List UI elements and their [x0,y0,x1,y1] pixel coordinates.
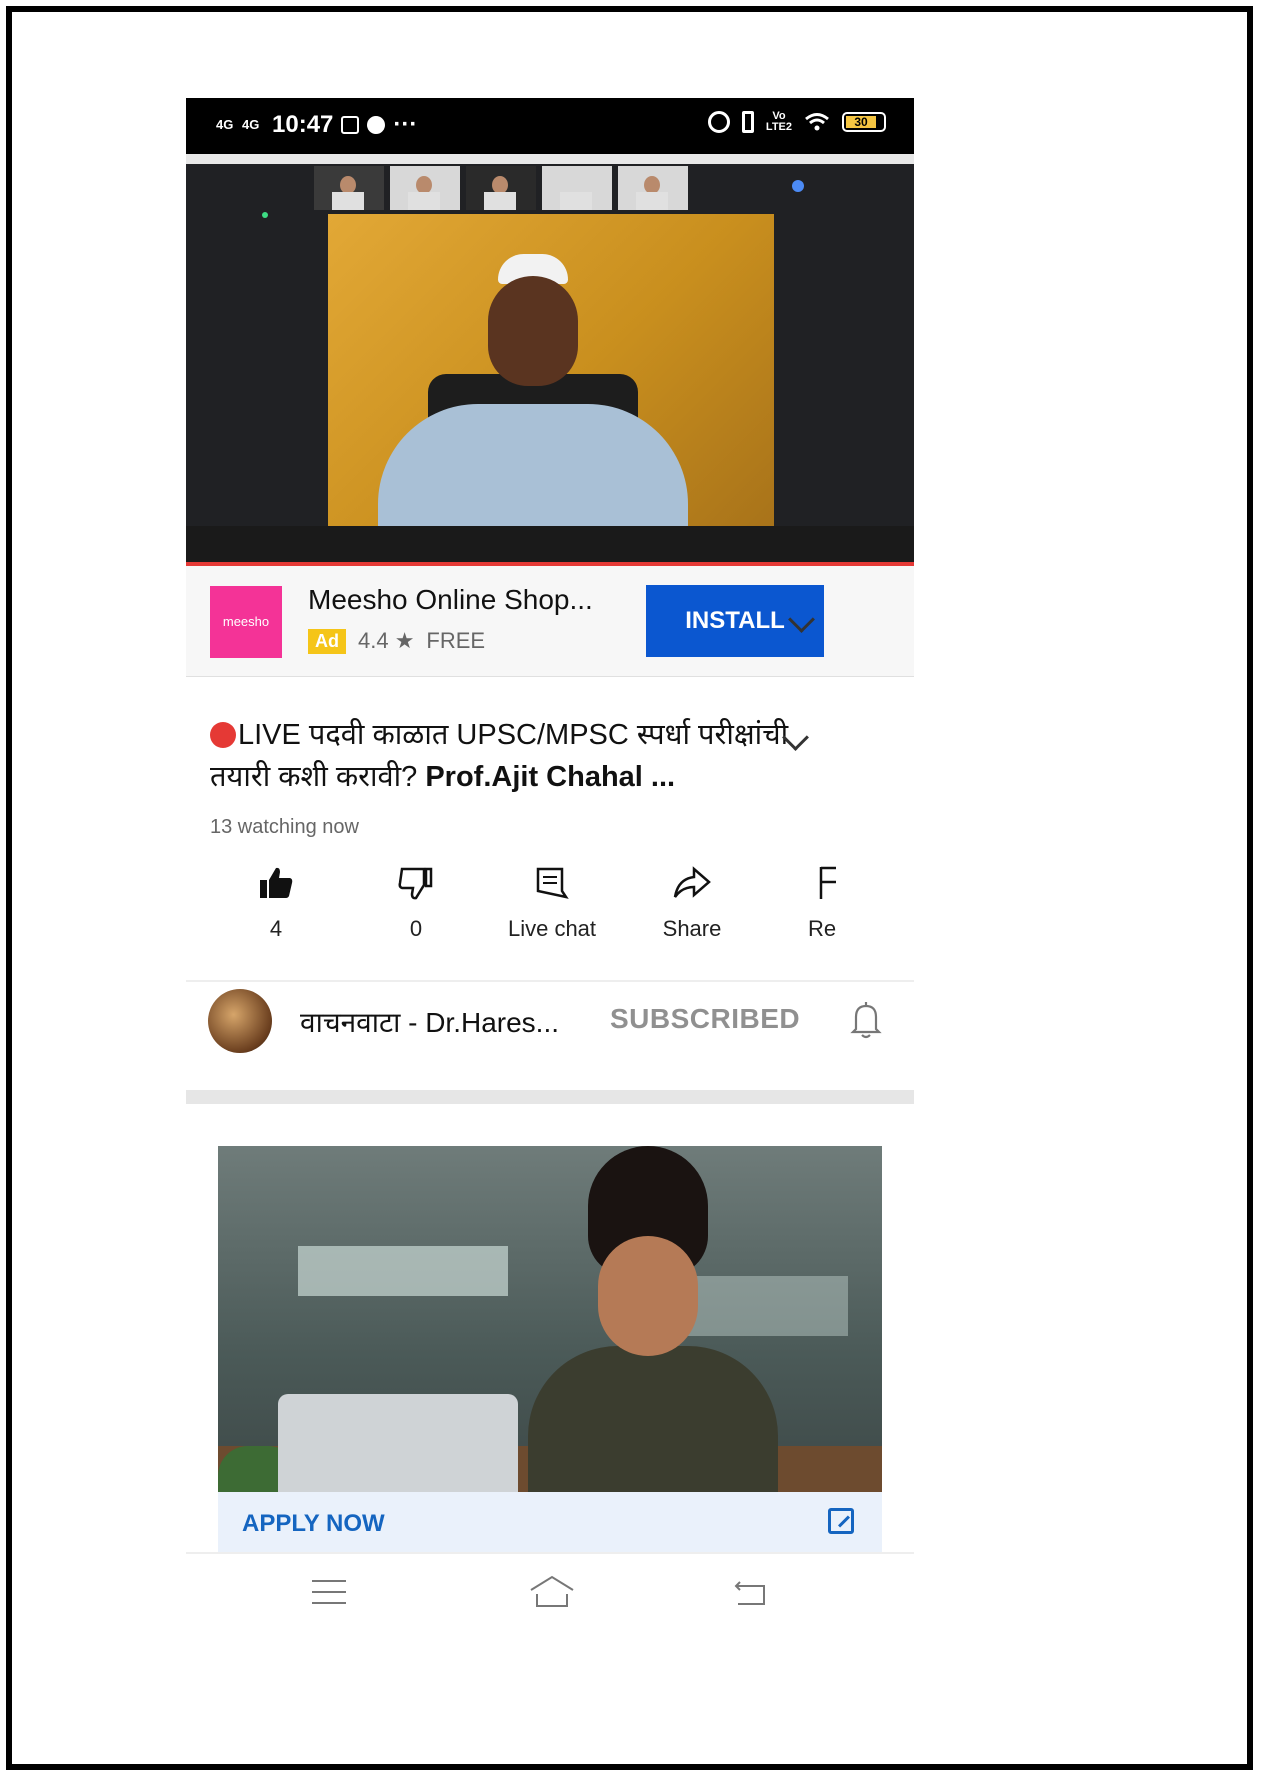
speaker-head [488,276,578,386]
meeting-title-strip [186,154,914,164]
participant-thumbnails [314,166,688,210]
home-icon[interactable] [528,1574,576,1610]
promo-image[interactable] [218,1146,882,1492]
live-dot-icon [210,722,236,748]
status-left: 4G 4G 10:47 ··· [216,111,417,139]
telegram-icon [367,116,386,134]
share-button[interactable]: Share [622,858,762,942]
woman-body [528,1346,778,1492]
ad-title[interactable]: Meesho Online Shop... [308,584,593,616]
volte-indicator: Vo LTE2 [766,111,792,133]
network-type-2: 4G [242,117,260,132]
share-label: Share [662,916,722,941]
vibrate-icon [741,111,754,133]
subscribed-button[interactable]: SUBSCRIBED [610,1003,800,1035]
bell-icon[interactable] [850,1001,882,1039]
battery-icon: 30 [842,112,886,132]
participant-thumb [466,166,536,210]
meesho-logo: meesho [210,586,282,658]
channel-row[interactable]: वाचनवाटा - Dr.Hares... SUBSCRIBED [186,983,914,1063]
live-chat-button[interactable]: Live chat [482,858,622,942]
like-icon [260,867,293,898]
live-chat-label: Live chat [507,916,597,941]
active-speaker-video [328,214,774,526]
ad-rating: 4.4 ★ [358,628,415,653]
section-separator [186,1090,914,1104]
meeting-toolbar [186,526,914,562]
like-count: 4 [269,916,283,941]
watching-count: 13 watching now [210,816,359,838]
app-install-ad[interactable]: meesho Meesho Online Shop... Ad 4.4 ★ FR… [186,566,914,677]
dislike-button[interactable]: 0 [346,858,486,942]
phone-screen: 4G 4G 10:47 ··· Vo LTE2 30 meesho Meesho… [186,98,914,1633]
chat-icon [536,867,569,899]
network-type-1: 4G [216,117,234,132]
video-title[interactable]: LIVE पदवी काळात UPSC/MPSC स्पर्धा परीक्ष… [210,714,810,798]
apply-now-label[interactable]: APPLY NOW [242,1510,385,1538]
screenshot-frame: 4G 4G 10:47 ··· Vo LTE2 30 meesho Meesho… [6,6,1253,1770]
dislike-count: 0 [409,916,423,941]
divider [186,980,914,982]
participant-avatar-dot [792,180,804,192]
background-light [298,1246,508,1296]
video-title-author: Prof.Ajit Chahal ... [425,761,676,793]
ad-price: FREE [426,628,486,653]
ad-meta: Ad 4.4 ★ FREE [308,628,485,654]
mail-icon [341,116,360,134]
volte-bottom: LTE2 [765,121,792,133]
status-bar: 4G 4G 10:47 ··· Vo LTE2 30 [186,98,914,154]
like-button[interactable]: 4 [206,858,346,942]
channel-name[interactable]: वाचनवाटा - Dr.Hares... [300,1003,559,1041]
signal-icon: 4G 4G [216,117,264,132]
more-notifications: ··· [393,111,418,138]
battery-level: 30 [846,116,876,128]
video-player[interactable] [186,154,914,566]
share-icon [673,866,711,898]
participant-thumb [542,166,612,210]
dislike-icon [398,867,433,900]
report-label: Re [808,916,837,941]
woman-face [598,1236,698,1356]
laptop [278,1394,518,1492]
participant-thumb [314,166,384,210]
wifi-icon [805,113,829,131]
apply-now-bar[interactable]: APPLY NOW [218,1492,882,1552]
external-link-icon[interactable] [828,1508,854,1534]
action-bar: 4 0 Live chat Share Re [186,858,914,968]
menu-icon[interactable] [312,1580,346,1613]
channel-avatar[interactable] [208,989,272,1053]
speaker-body [378,404,688,526]
system-nav-bar [186,1552,914,1633]
report-button[interactable]: Re [782,858,914,942]
recording-indicator [262,212,268,218]
participant-thumb [390,166,460,210]
status-time: 10:47 [272,111,334,138]
flag-icon [819,866,836,899]
back-icon[interactable] [732,1578,768,1608]
status-right: Vo LTE2 30 [707,111,886,133]
ad-badge: Ad [308,628,346,654]
alarm-icon [707,111,730,133]
participant-thumb [618,166,688,210]
